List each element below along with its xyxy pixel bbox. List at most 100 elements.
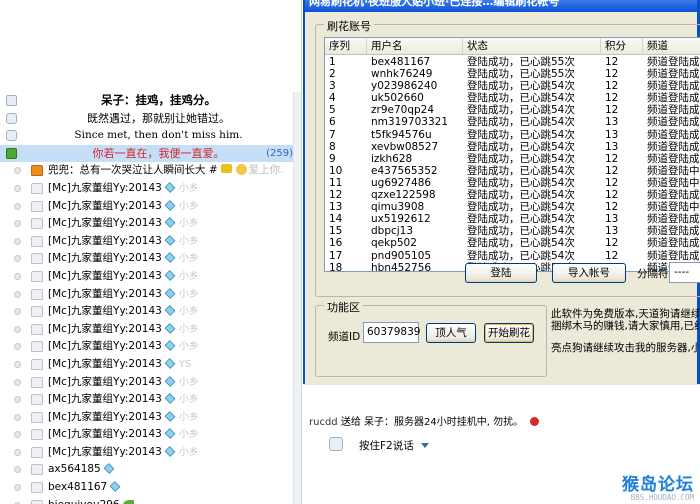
function-group: 功能区 频道ID 60379839 顶人气 开始刷花 — [315, 299, 547, 377]
user-row[interactable]: [Mc]九家董组Yy:20143 小乡 — [0, 321, 301, 339]
status-dot-icon — [14, 202, 21, 210]
user-row[interactable]: 兜兜：总有一次哭泣让人瞬间长大 # 爱上你. — [0, 162, 301, 180]
table-row[interactable]: 6 nm319703321 登陆成功，已心跳54次 13 频道登陆成功 — [325, 116, 700, 128]
table-row[interactable]: 15 dbpcj13 登陆成功，已心跳54次 13 频道登陆成功 — [325, 225, 700, 237]
forum-watermark-logo: 猴岛论坛 BBS.HOUDAO.COM — [602, 470, 698, 502]
table-row[interactable]: 7 t5fk94576u 登陆成功，已心跳54次 13 频道登陆成功 — [325, 129, 700, 141]
channel-id-input[interactable]: 60379839 — [363, 322, 420, 343]
row-status: 登陆成功，已心跳54次 — [467, 249, 575, 262]
table-row[interactable]: 1 bex481167 登陆成功，已心跳55次 12 频道登陆成功 — [325, 56, 700, 68]
user-row[interactable]: [Mc]九家董组Yy:20143 小乡 — [0, 374, 301, 392]
table-row[interactable]: 8 xevbw08527 登陆成功，已心跳54次 13 频道登陆成功 — [325, 141, 700, 153]
table-row[interactable]: 5 zr9e70qp24 登陆成功，已心跳54次 12 频道登陆成功 — [325, 104, 700, 116]
user-row[interactable]: [Mc]九家董组Yy:20143 小乡 — [0, 303, 301, 321]
user-name-text: [Mc]九家董组Yy:20143 — [48, 287, 162, 300]
login-button[interactable]: 登陆 — [465, 263, 537, 283]
row-no: 14 — [329, 213, 343, 226]
row-status: 登陆成功，已心跳54次 — [467, 176, 575, 189]
user-name: [Mc]九家董组Yy:20143 小乡 — [48, 391, 199, 409]
user-row[interactable]: [Mc]九家董组Yy:20143 小乡 — [0, 215, 301, 233]
user-row[interactable]: [Mc]九家董组Yy:20143 小乡 — [0, 444, 301, 462]
status-dot-icon — [14, 184, 21, 192]
user-tag: 小乡 — [178, 394, 199, 406]
lock-icon — [6, 112, 17, 124]
import-accounts-button[interactable]: 导入帐号 — [552, 263, 626, 283]
channel-name: 呆子：挂鸡，挂鸡分。 — [101, 93, 216, 107]
table-row[interactable]: 11 ug6927486 登陆成功，已心跳54次 12 频道登陆中 — [325, 177, 700, 189]
user-tag: 小乡 — [178, 323, 199, 335]
column-header-username[interactable]: 用户名 — [367, 38, 463, 55]
row-username: nm319703321 — [371, 116, 449, 129]
table-row[interactable]: 10 e437565352 登陆成功，已心跳54次 12 频道登陆中 — [325, 165, 700, 177]
row-no: 16 — [329, 237, 343, 250]
user-row[interactable]: [Mc]九家董组Yy:20143 小乡 — [0, 391, 301, 409]
row-channel: 频道登陆中 — [647, 176, 700, 189]
channel-row[interactable]: 既然遇过，那就别让她错过。 — [0, 110, 301, 128]
channel-row[interactable]: 呆子：挂鸡，挂鸡分。 — [0, 92, 301, 110]
mic-doll-icon[interactable] — [329, 437, 343, 451]
column-header-score[interactable]: 积分 — [601, 38, 643, 55]
column-header-no[interactable]: 序列 — [325, 38, 367, 55]
user-name-text: [Mc]九家董组Yy:20143 — [48, 199, 162, 212]
user-row[interactable]: ax564185 — [0, 461, 301, 479]
table-row[interactable]: 16 qekp502 登陆成功，已心跳54次 12 频道登陆成功 — [325, 237, 700, 249]
row-score: 12 — [605, 201, 619, 214]
start-flowers-button[interactable]: 开始刷花 — [484, 323, 534, 343]
user-name-text: [Mc]九家董组Yy:20143 — [48, 252, 162, 265]
boost-popularity-button[interactable]: 顶人气 — [426, 323, 476, 343]
user-row[interactable]: [Mc]九家董组Yy:20143 小乡 — [0, 286, 301, 304]
column-header-channel[interactable]: 频道 — [643, 38, 700, 55]
user-row[interactable]: [Mc]九家董组Yy:20143 小乡 — [0, 268, 301, 286]
user-row[interactable]: [Mc]九家董组Yy:20143 小乡 — [0, 233, 301, 251]
window-titlebar[interactable]: 网易刷花机·夜班服人贴小班·已连接…编辑刷花帐号 — [305, 0, 700, 12]
table-row[interactable]: 14 ux5192612 登陆成功，已心跳54次 13 频道登陆成功 — [325, 213, 700, 225]
user-shirt-icon — [31, 182, 43, 194]
diamond-icon — [164, 446, 176, 457]
row-channel: 频道登陆成功 — [647, 237, 700, 250]
user-row[interactable]: [Mc]九家董组Yy:20143 小乡 — [0, 338, 301, 356]
row-score: 12 — [605, 176, 619, 189]
column-header-status[interactable]: 状态 — [463, 38, 601, 55]
user-row[interactable]: [Mc]九家董组Yy:20143 YS — [0, 356, 301, 374]
status-dot-icon — [14, 167, 21, 175]
green-channel-icon — [6, 147, 17, 159]
push-to-talk-label[interactable]: 按住F2说话 — [359, 438, 414, 453]
window-title: 网易刷花机·夜班服人贴小班·已连接…编辑刷花帐号 — [309, 0, 560, 8]
chevron-down-icon[interactable] — [421, 443, 429, 448]
user-name-text: [Mc]九家董组Yy:20143 — [48, 181, 162, 194]
user-row[interactable]: [Mc]九家董组Yy:20143 小乡 — [0, 426, 301, 444]
account-listview[interactable]: 序列 用户名 状态 积分 频道 1 bex481167 登陆成功，已心跳55次 12 频… — [324, 37, 700, 272]
row-channel: 频道登陆成功 — [647, 56, 700, 68]
user-row[interactable]: [Mc]九家董组Yy:20143 小乡 — [0, 180, 301, 198]
row-status: 登陆成功，已心跳55次 — [467, 56, 575, 68]
user-row[interactable]: [Mc]九家董组Yy:20143 小乡 — [0, 250, 301, 268]
user-name-text: [Mc]九家董组Yy:20143 — [48, 269, 162, 282]
row-score: 13 — [605, 213, 619, 226]
row-username: izkh628 — [371, 152, 413, 165]
table-row[interactable]: 13 qimu3908 登陆成功，已心跳54次 12 频道登陆中 — [325, 201, 700, 213]
user-shirt-icon — [31, 358, 43, 370]
table-row[interactable]: 4 uk502660 登陆成功，已心跳54次 12 频道登陆成功 — [325, 92, 700, 104]
separator-input[interactable]: ---- — [669, 262, 700, 283]
status-dot-icon — [14, 378, 21, 386]
current-channel-row[interactable]: 你若一直在，我便一直爱。 (259) — [0, 144, 301, 163]
user-name-text: [Mc]九家董组Yy:20143 — [48, 357, 162, 370]
user-row[interactable]: [Mc]九家董组Yy:20143 小乡 — [0, 409, 301, 427]
table-row[interactable]: 17 pnd905105 登陆成功，已心跳54次 12 频道登陆成功 — [325, 250, 700, 262]
table-row[interactable]: 12 qzxe122598 登陆成功，已心跳54次 12 频道登陆成功 — [325, 189, 700, 201]
status-dot-icon — [14, 360, 21, 368]
channel-panel-scrollbar[interactable] — [293, 92, 301, 504]
table-row[interactable]: 2 wnhk76249 登陆成功，已心跳55次 12 频道登陆成功 — [325, 68, 700, 80]
user-row[interactable]: bieguiyou296 — [0, 497, 301, 504]
user-row[interactable]: bex481167 — [0, 479, 301, 497]
channel-user-count: (259) — [266, 147, 293, 159]
channel-row[interactable]: Since met, then don't miss him. — [0, 127, 301, 145]
row-score: 12 — [605, 237, 619, 250]
table-row[interactable]: 3 y023986240 登陆成功，已心跳54次 12 频道登陆成功 — [325, 80, 700, 92]
user-tag: 小乡 — [178, 376, 199, 388]
row-channel: 频道登陆成功 — [647, 68, 700, 81]
channel-id-label: 频道ID — [328, 331, 361, 343]
table-row[interactable]: 9 izkh628 登陆成功，已心跳54次 12 频道登陆成功 — [325, 153, 700, 165]
chat-sender[interactable]: rucdd — [309, 417, 338, 428]
user-row[interactable]: [Mc]九家董组Yy:20143 小乡 — [0, 198, 301, 216]
